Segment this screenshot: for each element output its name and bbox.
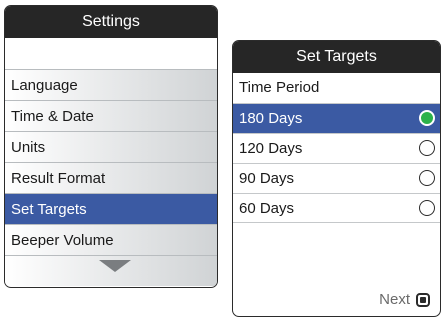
radio-empty-icon[interactable] — [419, 200, 435, 216]
set-targets-panel: Set Targets Time Period 180 Days 120 Day… — [232, 40, 441, 317]
set-targets-title: Set Targets — [233, 41, 440, 73]
menu-item-set-targets[interactable]: Set Targets — [5, 193, 217, 224]
menu-item-result-format[interactable]: Result Format — [5, 162, 217, 193]
settings-blank-row — [5, 38, 217, 69]
scroll-down-area[interactable] — [5, 255, 217, 286]
option-label: 120 Days — [239, 140, 303, 157]
settings-title: Settings — [5, 6, 217, 38]
next-label: Next — [379, 291, 410, 308]
radio-empty-icon[interactable] — [419, 140, 435, 156]
settings-panel: Settings Language Time & Date Units Resu… — [4, 5, 218, 288]
chevron-down-icon[interactable] — [99, 260, 131, 272]
menu-item-time-date[interactable]: Time & Date — [5, 100, 217, 131]
menu-item-units[interactable]: Units — [5, 131, 217, 162]
next-button[interactable]: Next — [379, 291, 430, 308]
option-label: 90 Days — [239, 170, 295, 187]
option-90-days[interactable]: 90 Days — [233, 163, 440, 193]
menu-item-language[interactable]: Language — [5, 69, 217, 100]
time-period-header: Time Period — [233, 73, 440, 103]
square-button-icon — [416, 292, 430, 307]
option-label: 60 Days — [239, 200, 295, 217]
option-180-days[interactable]: 180 Days — [233, 103, 440, 133]
radio-selected-icon[interactable] — [419, 110, 435, 126]
menu-item-beeper-volume[interactable]: Beeper Volume — [5, 224, 217, 255]
option-60-days[interactable]: 60 Days — [233, 193, 440, 223]
radio-empty-icon[interactable] — [419, 170, 435, 186]
option-120-days[interactable]: 120 Days — [233, 133, 440, 163]
option-label: 180 Days — [239, 110, 303, 127]
